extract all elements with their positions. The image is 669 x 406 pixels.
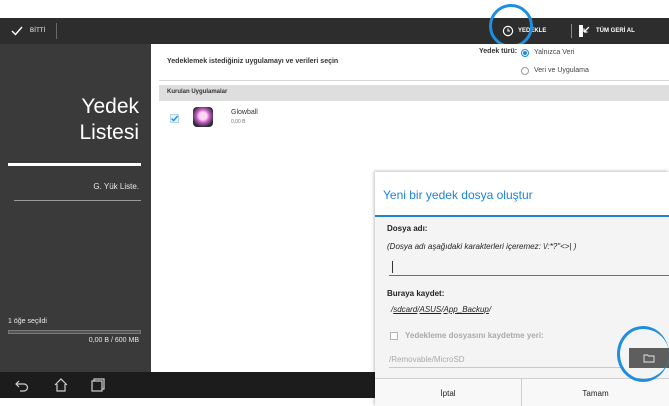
radio-data-only-label[interactable]: Yalnızca Veri: [534, 49, 574, 56]
done-label: BİTTİ: [30, 28, 46, 34]
app-name: Glowball: [231, 109, 258, 116]
file-name-input[interactable]: [389, 258, 669, 276]
restore-icon: [579, 25, 590, 37]
dialog-button-row: İptal Tamam: [375, 378, 669, 406]
save-to-label: Buraya kaydet:: [387, 289, 445, 298]
header-divider: [159, 80, 669, 81]
sidebar-title: Yedek Listesi: [79, 94, 139, 146]
sidebar: Yedek Listesi G. Yük Liste. 1 öğe seçild…: [0, 44, 151, 372]
path-suffix: /: [488, 305, 492, 314]
selected-count: 1 öğe seçildi: [8, 318, 47, 325]
backup-label: YEDEKLE: [518, 28, 547, 34]
path-part-asus[interactable]: ASUS: [419, 305, 441, 314]
path-part-sdcard[interactable]: sdcard: [393, 305, 417, 314]
home-icon[interactable]: [53, 377, 69, 393]
text-cursor: [392, 261, 393, 273]
sidebar-title-line1: Yedek: [81, 95, 139, 118]
new-backup-dialog: Yeni bir yedek dosya oluştur Dosya adı: …: [375, 172, 669, 406]
save-path: /sdcard/ASUS/App_Backup/: [391, 305, 491, 314]
alt-location-checkbox[interactable]: [390, 332, 398, 340]
file-name-note: (Dosya adı aşağıdaki karakterleri içerem…: [387, 242, 577, 251]
size-summary: 0,00 B / 600 MB: [88, 337, 139, 344]
backup-clock-icon: [502, 25, 514, 37]
browse-folder-button[interactable]: [629, 348, 669, 368]
cancel-button[interactable]: İptal: [375, 379, 522, 406]
recent-apps-icon[interactable]: [90, 377, 106, 393]
system-nav-bar: [0, 372, 375, 398]
dialog-header: Yeni bir yedek dosya oluştur: [375, 172, 669, 217]
restore-all-button[interactable]: TÜM GERİ AL: [578, 18, 635, 44]
alt-location-path[interactable]: /Removable/MicroSD: [389, 355, 624, 368]
radio-data-and-app[interactable]: [521, 67, 529, 75]
radio-data-and-app-label[interactable]: Veri ve Uygulama: [534, 67, 589, 74]
backup-button[interactable]: YEDEKLE: [502, 18, 546, 44]
backup-type-label: Yedek türü:: [479, 48, 518, 55]
ok-button[interactable]: Tamam: [522, 379, 669, 406]
storage-progress-bar: [8, 330, 141, 334]
check-icon: [11, 26, 23, 36]
radio-data-only[interactable]: [521, 49, 529, 57]
action-divider: [571, 24, 572, 38]
done-button[interactable]: BİTTİ: [10, 18, 46, 44]
action-bar: BİTTİ YEDEKLE TÜM GERİ AL: [0, 18, 669, 44]
folder-icon: [643, 354, 655, 363]
installed-apps-header: Kurulan Uygulamalar: [159, 85, 669, 101]
app-size: 0,00 B: [231, 119, 246, 125]
back-icon[interactable]: [14, 377, 30, 393]
sidebar-active-indicator: [8, 163, 141, 166]
sidebar-divider: [14, 200, 141, 201]
sidebar-tab-load-list[interactable]: G. Yük Liste.: [93, 182, 139, 191]
file-name-label: Dosya adı:: [387, 224, 428, 233]
restore-all-label: TÜM GERİ AL: [596, 28, 635, 34]
installed-apps-title: Kurulan Uygulamalar: [167, 89, 228, 95]
dialog-title: Yeni bir yedek dosya oluştur: [383, 188, 533, 202]
dialog-title-divider: [375, 215, 669, 217]
path-part-app-backup[interactable]: App_Backup: [444, 305, 489, 314]
glowball-app-icon: [193, 107, 213, 127]
alt-location-label[interactable]: Yedekleme dosyasını kaydetme yeri:: [405, 331, 544, 340]
sidebar-title-line2: Listesi: [79, 121, 139, 144]
action-bar-divider: [56, 23, 57, 39]
app-checkbox-checked-icon[interactable]: [170, 114, 179, 123]
instruction-text: Yedeklemek istediğiniz uygulamayı ve ver…: [167, 58, 339, 65]
